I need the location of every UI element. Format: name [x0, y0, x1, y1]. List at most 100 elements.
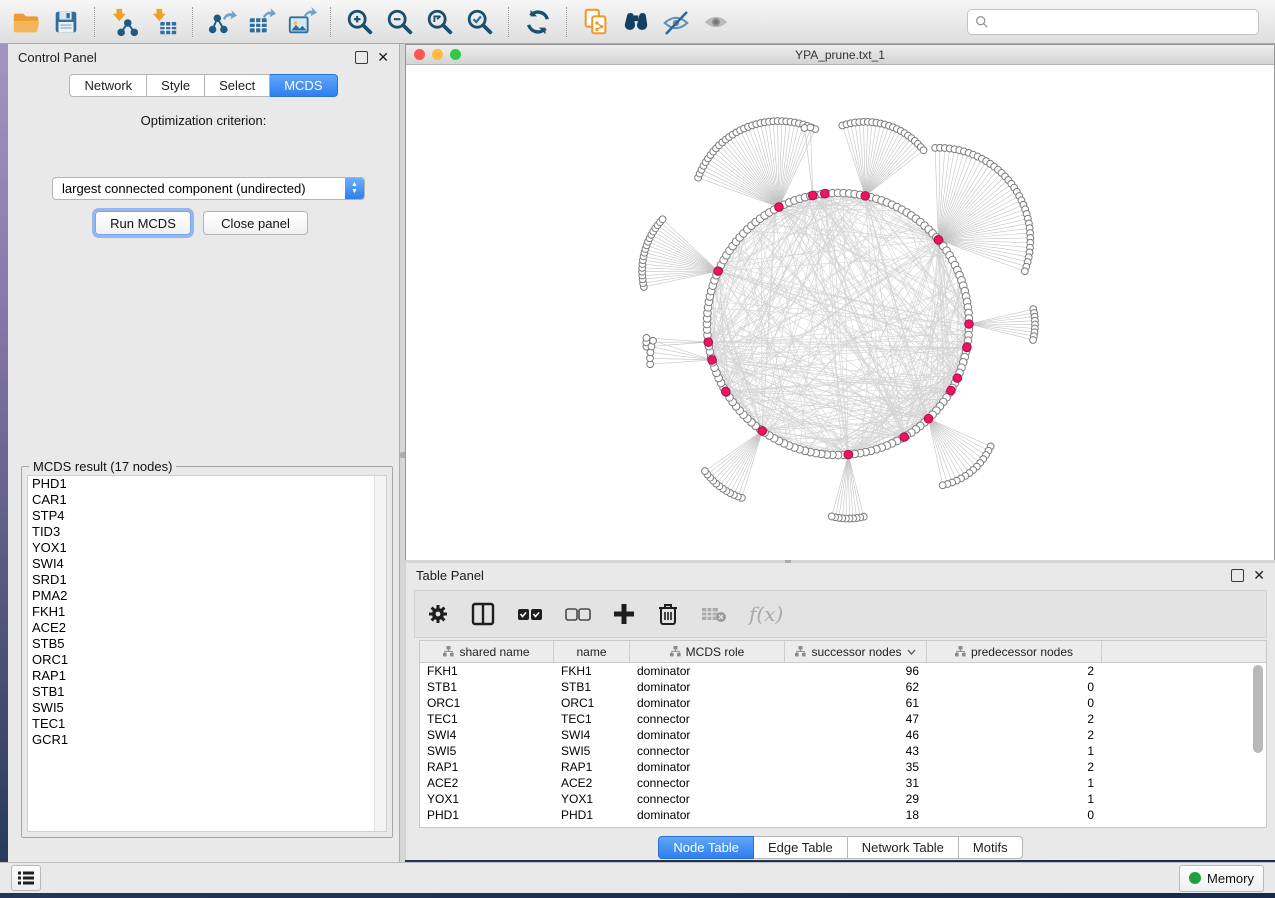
float-panel-icon[interactable] — [1231, 569, 1244, 582]
tab-edge-table[interactable]: Edge Table — [754, 836, 848, 859]
search-input[interactable] — [994, 13, 1251, 30]
optimization-criterion-select[interactable]: largest connected component (undirected)… — [52, 177, 365, 200]
plus-icon — [613, 603, 635, 625]
mcds-result-item[interactable]: GCR1 — [28, 732, 386, 748]
mcds-result-list[interactable]: PHD1CAR1STP4TID3YOX1SWI4SRD1PMA2FKH1ACE2… — [27, 475, 387, 832]
cell-MCDS-role: connector — [630, 712, 785, 726]
zoom-out-button[interactable] — [382, 4, 418, 40]
import-network-button[interactable] — [106, 4, 142, 40]
mcds-result-item[interactable]: SWI5 — [28, 700, 386, 716]
first-neighbors-button[interactable] — [618, 4, 654, 40]
cell-name: SWI5 — [554, 744, 630, 758]
show-all-button[interactable] — [698, 4, 734, 40]
mcds-result-item[interactable]: PHD1 — [28, 476, 386, 492]
mcds-result-item[interactable]: RAP1 — [28, 668, 386, 684]
cell-MCDS-role: connector — [630, 744, 785, 758]
table-row[interactable]: STB1STB1dominator620 — [420, 679, 1266, 695]
cell-successor-nodes: 31 — [785, 776, 927, 790]
close-panel-button[interactable]: Close panel — [203, 211, 308, 235]
select-all-columns-button[interactable] — [517, 606, 543, 622]
mcds-result-item[interactable]: STB1 — [28, 684, 386, 700]
checked-boxes-icon — [517, 606, 543, 622]
float-panel-icon[interactable] — [355, 51, 368, 64]
refresh-view-button[interactable] — [520, 4, 556, 40]
deselect-all-columns-button[interactable] — [565, 606, 591, 622]
mcds-result-item[interactable]: CAR1 — [28, 492, 386, 508]
tab-motifs[interactable]: Motifs — [959, 836, 1023, 859]
task-history-button[interactable] — [11, 865, 41, 891]
open-file-button[interactable] — [8, 4, 44, 40]
mcds-result-item[interactable]: STP4 — [28, 508, 386, 524]
zoom-in-button[interactable] — [342, 4, 378, 40]
mcds-list-scrollbar[interactable] — [374, 476, 386, 831]
column-header-shared-name[interactable]: shared name — [420, 641, 554, 662]
table-row[interactable]: RAP1RAP1dominator352 — [420, 759, 1266, 775]
close-panel-icon[interactable]: ✕ — [377, 52, 389, 63]
cell-successor-nodes: 43 — [785, 744, 927, 758]
memory-button[interactable]: Memory — [1179, 865, 1264, 892]
cell-successor-nodes: 29 — [785, 792, 927, 806]
hide-selected-button[interactable] — [658, 4, 694, 40]
cell-successor-nodes: 96 — [785, 664, 927, 678]
table-row[interactable]: TEC1TEC1connector472 — [420, 711, 1266, 727]
mcds-result-item[interactable]: SWI4 — [28, 556, 386, 572]
mcds-result-item[interactable]: ORC1 — [28, 652, 386, 668]
import-table-button[interactable] — [146, 4, 182, 40]
search-field[interactable] — [967, 9, 1259, 35]
mcds-result-item[interactable]: FKH1 — [28, 604, 386, 620]
table-row[interactable]: SWI4SWI4dominator462 — [420, 727, 1266, 743]
run-mcds-button[interactable]: Run MCDS — [95, 211, 191, 235]
tab-network[interactable]: Network — [69, 74, 147, 97]
tab-mcds[interactable]: MCDS — [270, 74, 337, 97]
table-row[interactable]: SWI5SWI5connector431 — [420, 743, 1266, 759]
tab-node-table[interactable]: Node Table — [658, 836, 754, 859]
show-columns-button[interactable] — [471, 602, 495, 626]
mcds-result-item[interactable]: TEC1 — [28, 716, 386, 732]
table-row[interactable]: ORC1ORC1dominator610 — [420, 695, 1266, 711]
tab-style[interactable]: Style — [147, 74, 205, 97]
mcds-result-item[interactable]: SRD1 — [28, 572, 386, 588]
cell-shared-name: PHD1 — [420, 808, 554, 822]
add-row-button[interactable] — [613, 603, 635, 625]
open-folder-icon — [11, 7, 41, 37]
save-icon — [51, 7, 81, 37]
eye-icon — [701, 7, 731, 37]
zoom-selected-button[interactable] — [462, 4, 498, 40]
save-session-button[interactable] — [48, 4, 84, 40]
close-panel-icon[interactable]: ✕ — [1253, 570, 1265, 581]
mcds-result-item[interactable]: YOX1 — [28, 540, 386, 556]
network-graph[interactable] — [406, 65, 1274, 560]
export-network-button[interactable] — [204, 4, 240, 40]
export-image-button[interactable] — [284, 4, 320, 40]
copy-style-button[interactable] — [578, 4, 614, 40]
table-row[interactable]: YOX1YOX1connector291 — [420, 791, 1266, 807]
table-scrollbar[interactable] — [1253, 665, 1263, 823]
cell-shared-name: STB1 — [420, 680, 554, 694]
column-header-predecessor-nodes[interactable]: predecessor nodes — [927, 641, 1102, 662]
import-table-icon — [149, 7, 179, 37]
search-icon — [975, 15, 989, 29]
zoom-fit-button[interactable] — [422, 4, 458, 40]
column-header-successor-nodes[interactable]: successor nodes — [785, 641, 927, 662]
cell-name: TEC1 — [554, 712, 630, 726]
table-row[interactable]: PHD1PHD1dominator180 — [420, 807, 1266, 823]
mcds-result-item[interactable]: STB5 — [28, 636, 386, 652]
scrollbar-thumb[interactable] — [1253, 665, 1263, 753]
tab-network-table[interactable]: Network Table — [848, 836, 959, 859]
mcds-result-item[interactable]: PMA2 — [28, 588, 386, 604]
settings-gear-button[interactable] — [427, 603, 449, 625]
table-row[interactable]: ACE2ACE2connector311 — [420, 775, 1266, 791]
network-window-titlebar[interactable]: YPA_prune.txt_1 — [406, 45, 1274, 65]
mcds-result-item[interactable]: TID3 — [28, 524, 386, 540]
toolbar-separator — [330, 7, 332, 37]
cell-predecessor-nodes: 2 — [927, 664, 1102, 678]
delete-row-button[interactable] — [657, 602, 679, 626]
gear-icon — [427, 603, 449, 625]
mcds-result-item[interactable]: ACE2 — [28, 620, 386, 636]
cell-predecessor-nodes: 0 — [927, 696, 1102, 710]
column-header-name[interactable]: name — [554, 641, 630, 662]
tab-select[interactable]: Select — [205, 74, 270, 97]
table-row[interactable]: FKH1FKH1dominator962 — [420, 663, 1266, 679]
column-header-MCDS-role[interactable]: MCDS role — [630, 641, 785, 662]
export-table-button[interactable] — [244, 4, 280, 40]
